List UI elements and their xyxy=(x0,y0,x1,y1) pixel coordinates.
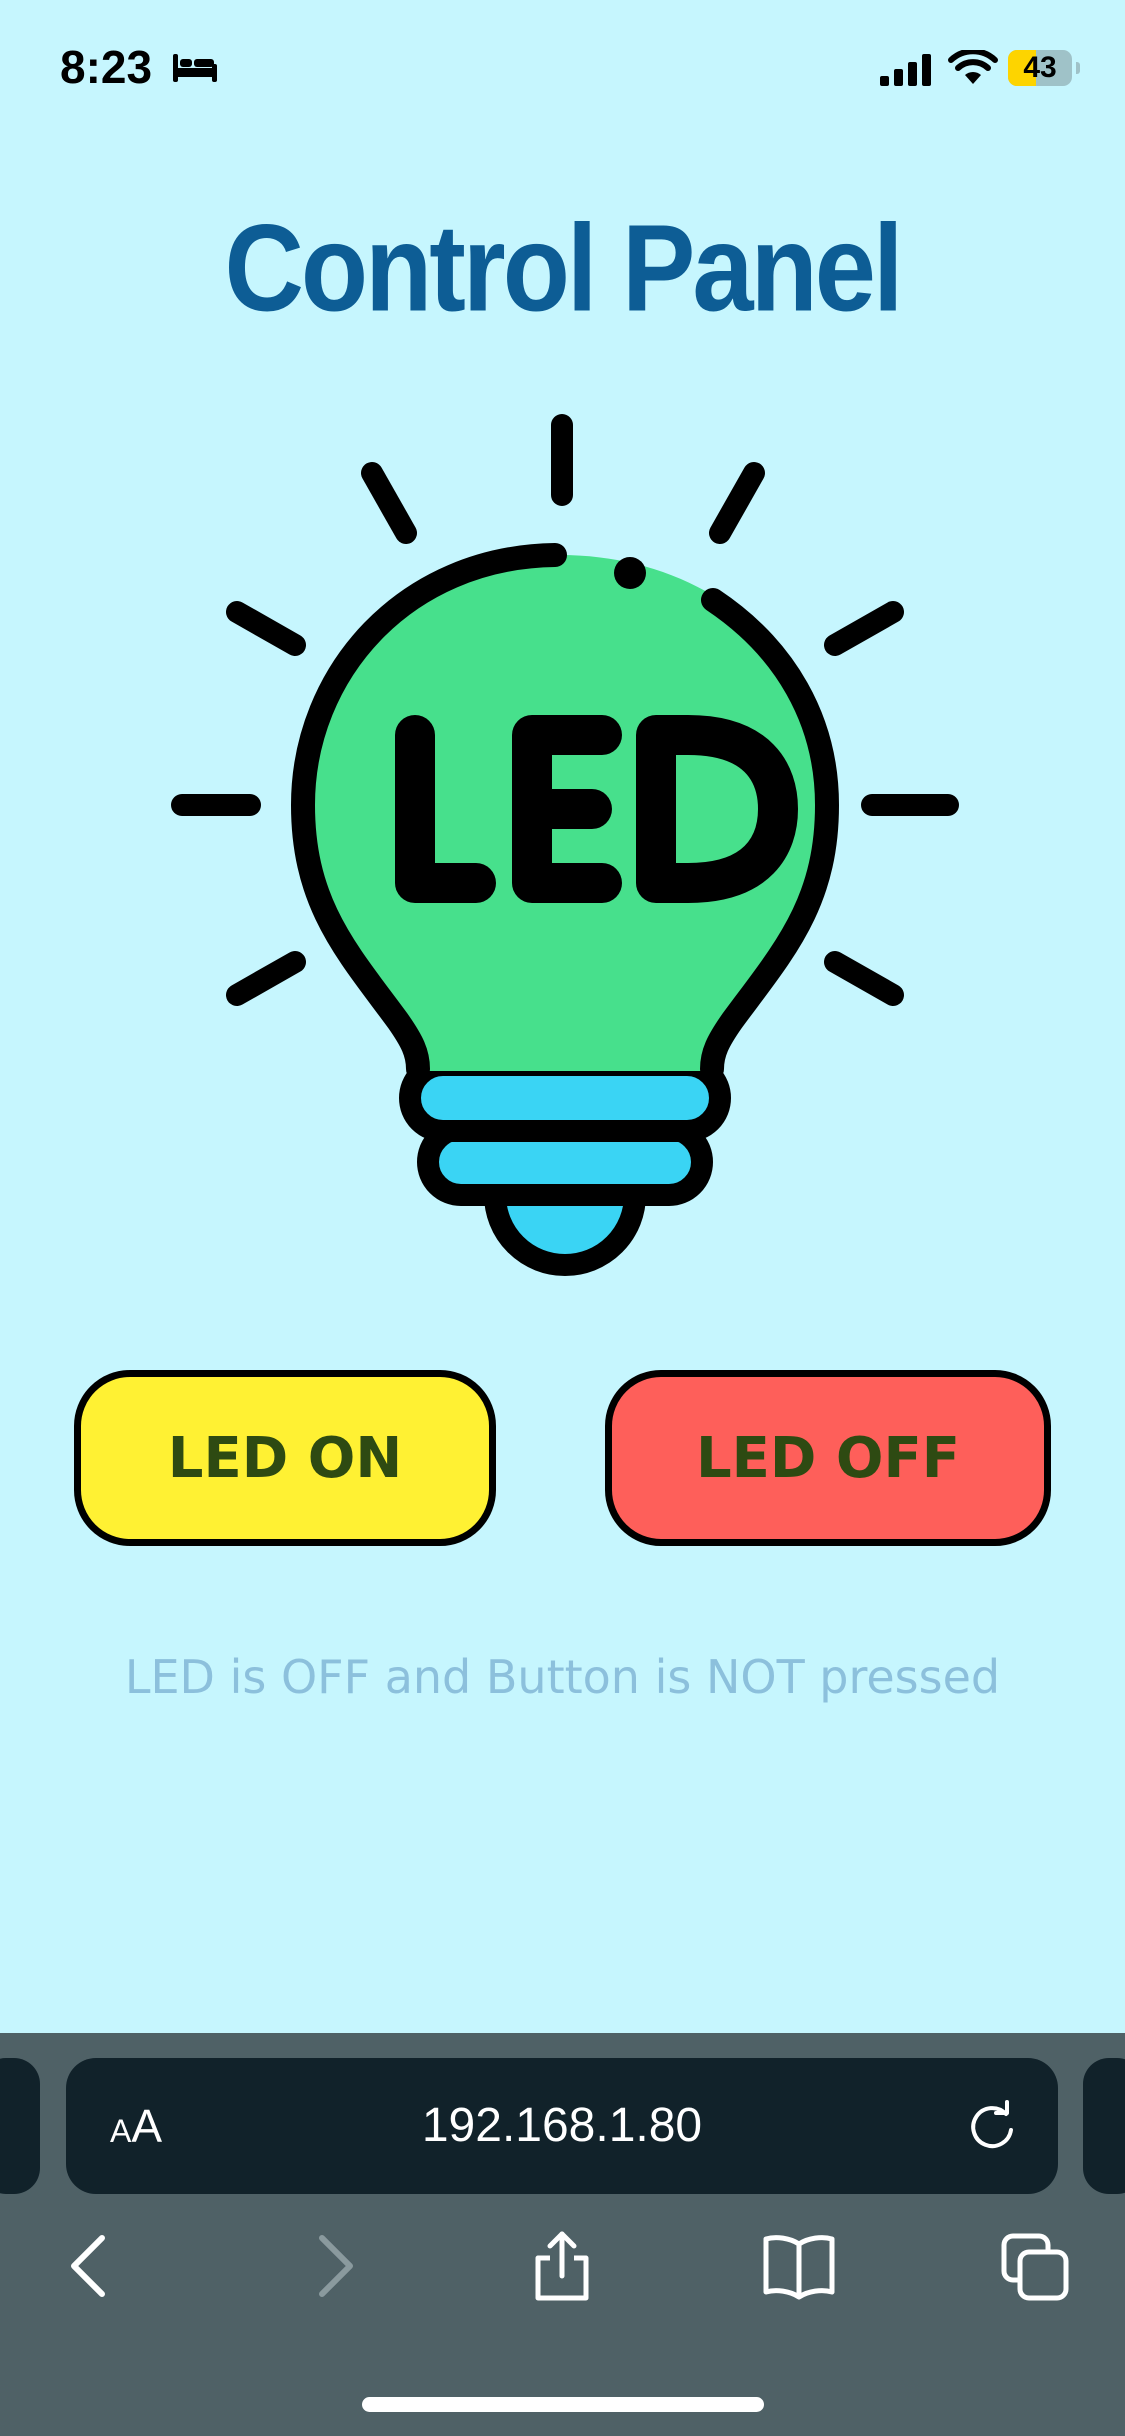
battery-body: 43 xyxy=(1008,50,1072,86)
status-bar: 8:23 43 xyxy=(0,0,1125,140)
reload-icon[interactable] xyxy=(966,2100,1018,2152)
led-status-message: LED is OFF and Button is NOT pressed xyxy=(124,1650,1001,1704)
tabs-icon[interactable] xyxy=(1000,2230,1070,2302)
share-icon[interactable] xyxy=(530,2230,594,2302)
page-title: Control Panel xyxy=(224,199,903,338)
previous-tab-preview[interactable] xyxy=(0,2058,40,2194)
battery-icon: 43 xyxy=(1008,50,1080,86)
back-icon[interactable] xyxy=(60,2230,124,2302)
status-time: 8:23 xyxy=(60,41,153,93)
bed-icon xyxy=(173,54,217,82)
led-off-button[interactable]: LED OFF xyxy=(605,1370,1051,1546)
signal-icon xyxy=(880,54,931,86)
home-indicator[interactable] xyxy=(362,2397,764,2412)
next-tab-preview[interactable] xyxy=(1083,2058,1125,2194)
forward-icon[interactable] xyxy=(300,2230,364,2302)
wifi-icon xyxy=(948,50,998,84)
url-text[interactable]: 192.168.1.80 xyxy=(66,2058,1058,2194)
led-on-button[interactable]: LED ON xyxy=(74,1370,496,1546)
battery-nub xyxy=(1076,62,1080,74)
led-bulb-icon xyxy=(171,414,959,1276)
battery-level: 43 xyxy=(1023,51,1057,84)
address-bar[interactable]: AA 192.168.1.80 xyxy=(66,2058,1058,2194)
bookmarks-icon[interactable] xyxy=(762,2230,836,2302)
